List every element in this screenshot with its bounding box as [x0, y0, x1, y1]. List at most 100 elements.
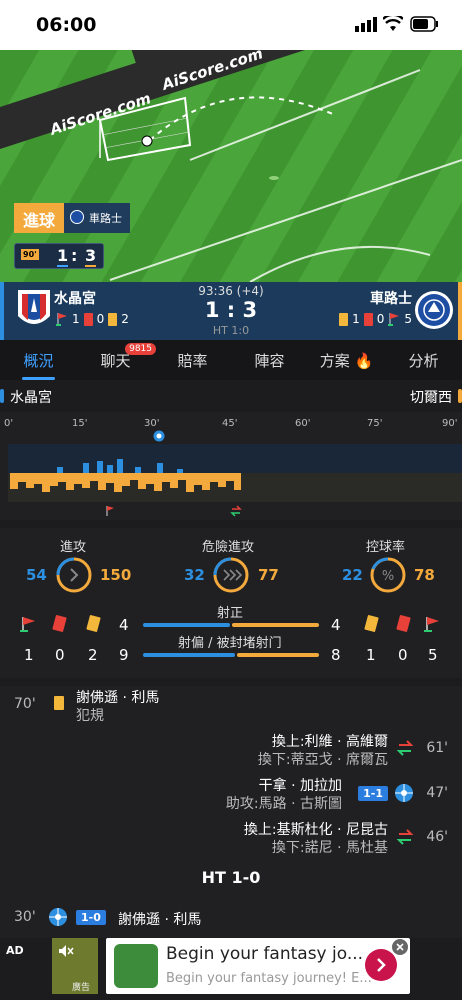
sub-out: 換下:諾尼 · 馬杜基: [271, 840, 388, 856]
match-time: 93:36 (+4): [198, 284, 264, 298]
event-minute: 61': [426, 740, 448, 756]
away-corners: 5: [404, 312, 412, 326]
tab-label: 分析: [408, 352, 439, 370]
home-team-name[interactable]: 水晶宮: [54, 288, 96, 308]
substitution-icon: [396, 740, 414, 756]
tick-label: 45': [222, 418, 238, 429]
shots-off-away: 8: [331, 646, 341, 664]
goal-score-pill: 1-0: [76, 910, 106, 925]
possession-ring: %: [370, 557, 406, 593]
main-score: 1 : 3: [204, 298, 258, 322]
attack-away: 150: [100, 566, 132, 584]
tab-label: 賠率: [177, 352, 208, 370]
crystal-palace-crest-icon: [18, 290, 50, 324]
tab-odds[interactable]: 賠率: [154, 340, 231, 380]
home-marker: [0, 389, 4, 403]
away-corners-count: 5: [428, 646, 438, 664]
mute-icon[interactable]: [58, 944, 74, 958]
corner-flag-icon: [56, 313, 67, 326]
signal-icon: [355, 17, 377, 32]
away-team-name[interactable]: 車路士: [370, 288, 412, 308]
momentum-chart: [10, 459, 241, 492]
tab-label: 聊天: [100, 352, 131, 370]
yellow-card-icon: [108, 312, 118, 326]
halftime-score: HT 1:0: [212, 324, 250, 337]
possession-home: 22: [342, 566, 363, 584]
mini-time: 90': [21, 249, 39, 260]
chelsea-crest-icon: [70, 210, 85, 224]
mini-score: 90' 1 : 3: [14, 243, 104, 269]
sub-in: 換上:基斯杜化 · 尼昆古: [243, 822, 388, 838]
corner-flag-icon: [20, 617, 35, 632]
shots-off-home: 9: [119, 646, 129, 664]
match-animation[interactable]: AiScore.com AiScore.com 進球 車路士 90' 1 : 3: [0, 50, 462, 282]
match-stats: 進攻 54 150 危險進攻 32 77 控球率 22 % 78 4 射正 4 …: [0, 528, 462, 678]
scorer: 謝佛遜 · 利馬: [118, 912, 202, 928]
attack-home: 54: [26, 566, 47, 584]
dangerous-ring: [213, 557, 249, 593]
red-card-icon: [52, 614, 67, 633]
ad-title: Begin your fantasy jo...: [166, 944, 364, 964]
attack-label: 進攻: [60, 540, 87, 555]
ad-card[interactable]: Begin your fantasy jo... Begin your fant…: [106, 938, 410, 994]
goal-label: 進球: [14, 203, 65, 233]
substitution-icon: [396, 829, 414, 845]
event-minute: 46': [426, 829, 448, 845]
attack-ring: [56, 557, 92, 593]
yellow-card-icon: [54, 696, 64, 710]
ad-subtitle: Begin your fantasy journey! E...: [166, 971, 372, 986]
tab-label: 方案 🔥: [319, 352, 374, 370]
possession-away: 78: [414, 566, 435, 584]
red-card-icon: [83, 312, 93, 326]
shots-off-label: 射偏 / 被封堵射门: [178, 636, 282, 651]
football-icon: [395, 784, 413, 802]
tick-label: 75': [367, 418, 383, 429]
ad-banner[interactable]: AD 廣告 Begin your fantasy jo... Begin you…: [0, 938, 462, 1000]
away-marker: [458, 389, 462, 403]
tab-lineup[interactable]: 陣容: [231, 340, 308, 380]
tab-overview[interactable]: 概況: [0, 340, 77, 380]
timeline-track: [8, 444, 462, 502]
svg-text:%: %: [382, 569, 394, 584]
away-match-stats: 1 0 5: [339, 312, 412, 326]
corner-flag-icon: [388, 313, 400, 326]
event-minute: 70': [14, 696, 36, 712]
away-label: 切爾西: [410, 390, 452, 406]
shots-on-away: 4: [331, 616, 341, 634]
dangerous-home: 32: [184, 566, 205, 584]
away-yellow-count: 1: [366, 646, 376, 664]
shots-on-label: 射正: [217, 606, 244, 621]
dangerous-away: 77: [258, 566, 279, 584]
wifi-icon: [383, 16, 403, 31]
tab-chat[interactable]: 聊天 9815: [77, 340, 156, 380]
yellow-card-icon: [86, 614, 101, 633]
close-icon[interactable]: [392, 939, 408, 955]
shots-off-bar-home: [143, 653, 235, 657]
possession-label: 控球率: [366, 540, 406, 555]
sub-out: 換下:蒂亞戈 · 席爾瓦: [257, 752, 388, 768]
tab-analysis[interactable]: 分析: [385, 340, 462, 380]
shots-off-bar-away: [237, 653, 319, 657]
home-corners: 1: [72, 312, 80, 326]
shots-on-home: 4: [119, 616, 129, 634]
tab-plans[interactable]: 方案 🔥: [308, 340, 385, 380]
dangerous-label: 危險進攻: [202, 540, 255, 555]
tick-label: 90': [442, 418, 458, 429]
goal-score-pill: 1-1: [358, 786, 388, 801]
ad-badge: 廣告: [72, 983, 91, 993]
ad-video-thumb[interactable]: 廣告: [52, 938, 98, 994]
sub-in: 換上:利維 · 高維爾: [271, 734, 388, 750]
event-minute: 47': [426, 785, 448, 801]
shots-on-bar-home: [143, 623, 230, 627]
tab-label: 概況: [23, 352, 54, 370]
mini-home-score: 1: [57, 246, 69, 267]
event-minute: 30': [14, 909, 36, 925]
shots-on-bar-away: [232, 623, 319, 627]
home-match-stats: 1 0 2: [56, 312, 129, 326]
home-corners-count: 1: [24, 646, 34, 664]
corner-flag-icon: [424, 617, 439, 632]
away-red: 0: [376, 312, 385, 326]
home-yellow: 2: [121, 312, 129, 326]
scorer: 干拿 · 加拉加: [258, 778, 342, 794]
home-red-count: 0: [55, 646, 65, 664]
